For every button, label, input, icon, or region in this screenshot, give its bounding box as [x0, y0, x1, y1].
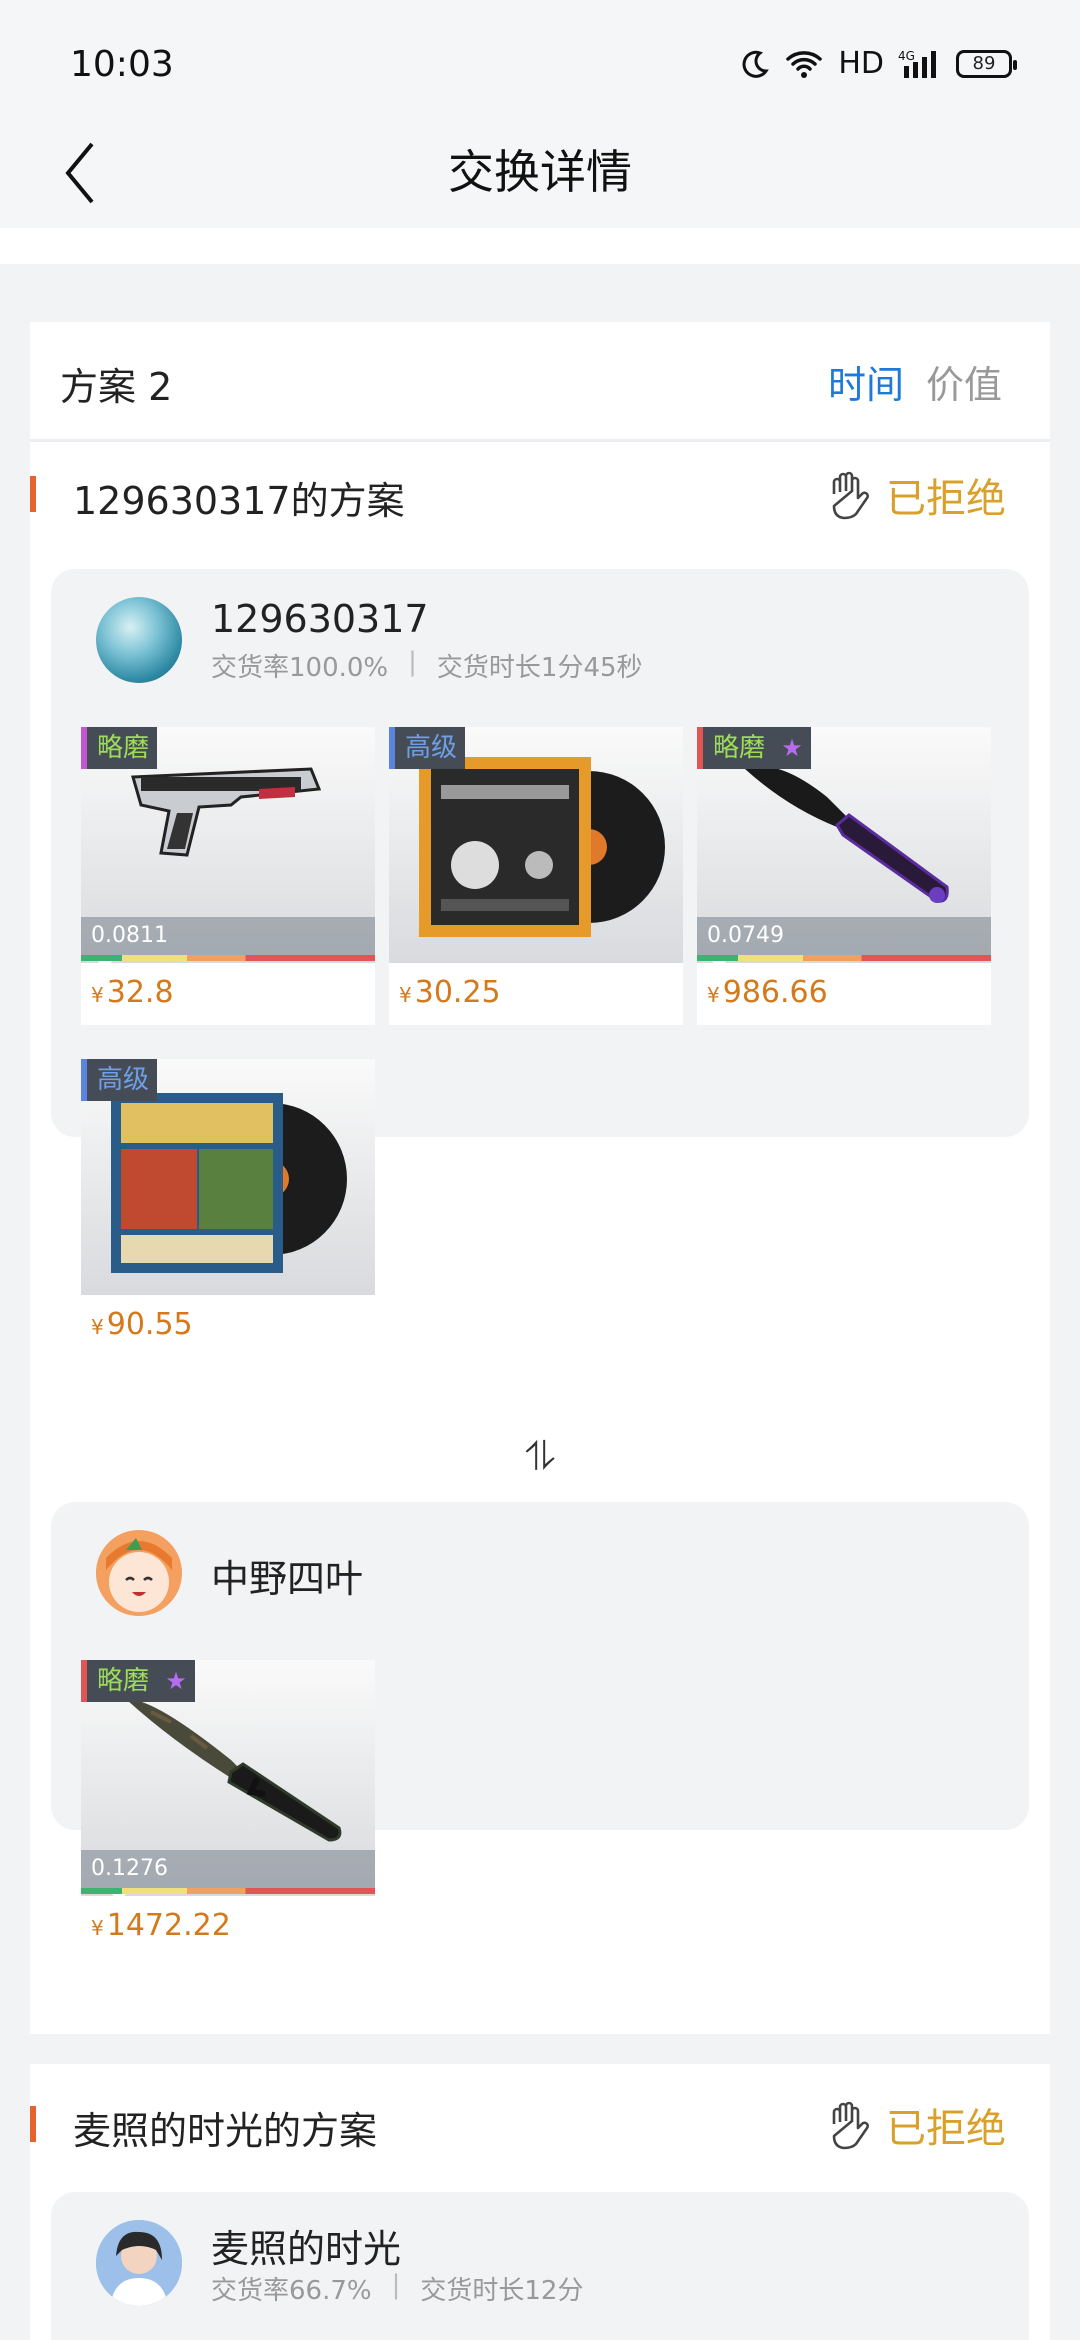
- price-value: 90.55: [106, 1307, 193, 1342]
- signal-icon: 4G: [898, 49, 936, 78]
- nav-divider: [0, 228, 1080, 264]
- float-value: 0.1276: [91, 1856, 168, 1881]
- battery-level: 89: [972, 53, 996, 74]
- float-value: 0.0749: [707, 923, 784, 948]
- plan-card: 方案 2 时间 价值 129630317的方案 已拒绝 129630317 交货…: [30, 322, 1050, 2034]
- nav-bar: 交换详情: [0, 120, 1080, 230]
- wear-marker: [97, 961, 112, 963]
- item-card[interactable]: 高级 ¥90.55: [81, 1059, 375, 1355]
- battery-icon: 89: [956, 49, 1017, 78]
- page-title: 交换详情: [448, 145, 632, 199]
- sort-tab-time[interactable]: 时间: [828, 354, 904, 409]
- grade-badge: 高级: [81, 1059, 158, 1101]
- moon-icon: [742, 50, 770, 78]
- user-stats: 交货率66.7% | 交货时长12分: [211, 2270, 583, 2307]
- item-price: ¥986.66: [707, 975, 828, 1010]
- grade-badge: 高级: [389, 727, 466, 769]
- item-card[interactable]: 0.1276 略磨 ★ ¥1472.22: [81, 1660, 375, 1958]
- grade-badge: 略磨: [81, 727, 158, 769]
- user-name: 麦照的时光: [211, 2227, 402, 2271]
- item-price: ¥32.8: [91, 975, 174, 1010]
- grade-badge: 略磨: [81, 1660, 158, 1702]
- price-value: 1472.22: [106, 1908, 231, 1943]
- hd-indicator: HD: [838, 46, 884, 81]
- sort-tabs: 时间 价值: [828, 354, 1002, 409]
- price-value: 986.66: [722, 975, 828, 1010]
- swap-icon: ⥮: [525, 1434, 555, 1480]
- avatar[interactable]: [96, 2220, 182, 2306]
- status-icons: HD 4G 89: [740, 46, 1017, 81]
- svg-text:4G: 4G: [898, 49, 915, 63]
- status-bar: 10:03 HD 4G 89: [0, 0, 1080, 130]
- item-card[interactable]: 0.0749 略磨 ★ ¥986.66: [697, 727, 991, 1025]
- currency-symbol: ¥: [91, 1916, 104, 1940]
- stat-divider: |: [408, 647, 417, 677]
- delivery-rate: 交货率100.0%: [211, 653, 389, 683]
- float-value: 0.0811: [91, 923, 168, 948]
- accent-bar: [30, 476, 36, 512]
- receiver-panel: 中野四叶 0.1276 略磨 ★ ¥1472.22: [51, 1502, 1029, 1958]
- item-card[interactable]: 高级 ¥30.25: [389, 727, 683, 1025]
- avatar[interactable]: [96, 1530, 182, 1616]
- status-time: 10:03: [70, 44, 174, 85]
- stattrak-star-icon: ★: [157, 1660, 195, 1702]
- currency-symbol: ¥: [707, 983, 720, 1007]
- status-rejected: 已拒绝: [886, 2106, 1006, 2152]
- delivery-rate: 交货率66.7%: [211, 2276, 372, 2306]
- offer-title: 麦照的时光的方案: [73, 2109, 378, 2153]
- plan-header: 方案 2 时间 价值: [30, 322, 1050, 442]
- item-price: ¥1472.22: [91, 1908, 231, 1943]
- offer-status: 已拒绝: [826, 466, 1006, 524]
- delivery-duration: 交货时长1分45秒: [436, 653, 643, 683]
- grade-badge: 略磨: [697, 727, 774, 769]
- status-rejected: 已拒绝: [886, 476, 1006, 522]
- wear-marker: [712, 961, 727, 963]
- offer-title: 129630317的方案: [73, 479, 405, 523]
- stat-divider: |: [391, 2270, 401, 2300]
- offer-header: 129630317的方案 已拒绝: [30, 442, 1050, 552]
- item-price: ¥90.55: [91, 1307, 193, 1342]
- price-value: 32.8: [106, 975, 174, 1010]
- item-price: ¥30.25: [399, 975, 501, 1010]
- avatar[interactable]: [96, 597, 182, 683]
- user-photo-image: [96, 2220, 182, 2306]
- plan-title: 方案 2: [60, 365, 173, 409]
- user-stats: 交货率100.0% | 交货时长1分45秒: [211, 647, 643, 684]
- initiator-panel: 129630317 交货率100.0% | 交货时长1分45秒 0.0811 略…: [51, 569, 1029, 1355]
- price-value: 30.25: [414, 975, 501, 1010]
- wear-meter: [81, 955, 375, 961]
- accent-bar: [30, 2106, 36, 2142]
- offer-status: 已拒绝: [826, 2096, 1006, 2154]
- sort-tab-value[interactable]: 价值: [926, 354, 1002, 409]
- currency-symbol: ¥: [91, 983, 104, 1007]
- user-name: 中野四叶: [211, 1557, 364, 1601]
- user-name: 129630317: [211, 597, 429, 641]
- plan-card: 麦照的时光的方案 已拒绝 麦照的时光 交货率66.7% | 交货时长12分: [30, 2064, 1050, 2340]
- stattrak-star-icon: ★: [773, 727, 811, 769]
- raised-hand-icon: [832, 471, 869, 520]
- offer-header: 麦照的时光的方案 已拒绝: [30, 2072, 1050, 2182]
- currency-symbol: ¥: [91, 1315, 104, 1339]
- initiator-panel: 麦照的时光 交货率66.7% | 交货时长12分: [51, 2192, 1029, 2340]
- wear-meter: [697, 955, 991, 961]
- raised-hand-icon: [832, 2101, 869, 2150]
- currency-symbol: ¥: [399, 983, 412, 1007]
- wifi-icon: [786, 50, 823, 78]
- wear-marker: [111, 1894, 126, 1896]
- item-card[interactable]: 0.0811 略磨 ¥32.8: [81, 727, 375, 1025]
- delivery-duration: 交货时长12分: [420, 2276, 584, 2306]
- anime-avatar-image: [96, 1530, 182, 1616]
